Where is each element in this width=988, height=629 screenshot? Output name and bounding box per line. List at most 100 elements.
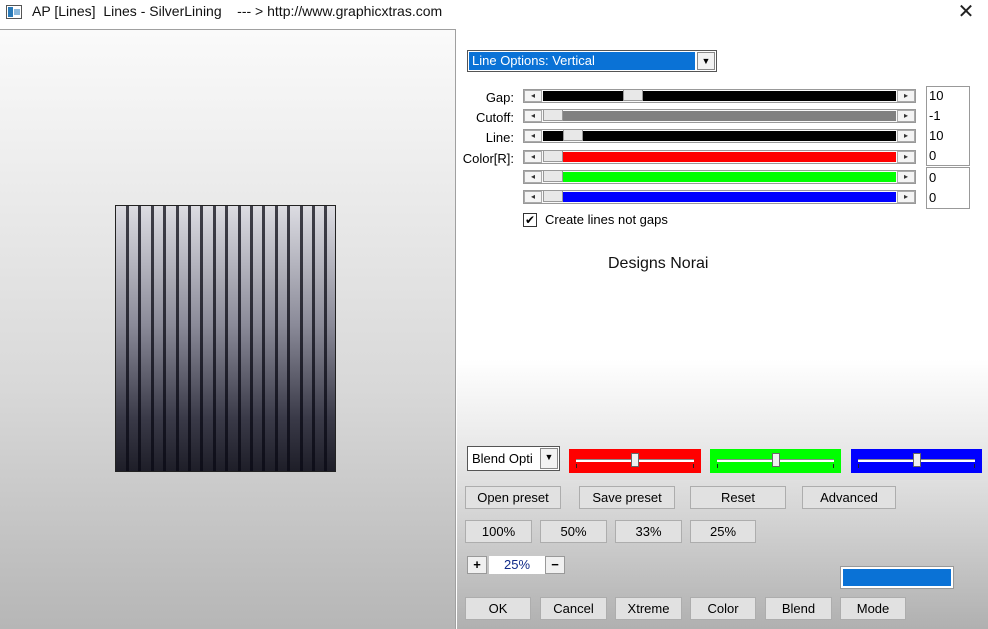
line-slider-track[interactable] (543, 131, 896, 141)
line-slider-thumb[interactable] (562, 129, 583, 141)
color-b-slider-thumb[interactable] (543, 190, 563, 202)
preview-stripe (312, 206, 315, 471)
blend-options-value: Blend Opti (472, 451, 533, 466)
ok-button[interactable]: OK (465, 597, 531, 620)
slider-left-arrow-icon[interactable]: ◂ (524, 110, 542, 122)
mode-button[interactable]: Mode (840, 597, 906, 620)
green-blend-slider-knob[interactable] (771, 453, 780, 467)
gap-slider-thumb[interactable] (622, 89, 643, 101)
app-icon (6, 5, 22, 19)
slider-right-arrow-icon[interactable]: ▸ (897, 191, 915, 203)
create-lines-label: Create lines not gaps (545, 212, 668, 227)
title-bar: AP [Lines] Lines - SilverLining --- > ht… (0, 0, 988, 26)
zoom-50-button[interactable]: 50% (540, 520, 607, 543)
preview-stripe (324, 206, 328, 471)
blend-options-select[interactable]: Blend Opti ▼ (467, 446, 560, 471)
zoom-100-button[interactable]: 100% (465, 520, 532, 543)
xtreme-button[interactable]: Xtreme (615, 597, 682, 620)
preview-stripe (250, 206, 253, 471)
cutoff-slider[interactable]: ◂ ▸ (523, 109, 916, 123)
blue-blend-slider-knob[interactable] (912, 453, 921, 467)
value-box-group: 0 0 (926, 167, 970, 209)
line-options-select[interactable]: Line Options: Vertical ▼ (467, 50, 717, 72)
credit-text: Designs Norai (608, 255, 709, 272)
zoom-out-icon[interactable]: − (545, 556, 565, 574)
line-label: Line: (485, 130, 514, 145)
slider-right-arrow-icon[interactable]: ▸ (897, 90, 915, 102)
gap-slider-track[interactable] (543, 91, 896, 101)
zoom-33-button[interactable]: 33% (615, 520, 682, 543)
preview-stripe (200, 206, 204, 471)
color-preview-bar[interactable] (840, 566, 954, 589)
color-r-slider[interactable]: ◂ ▸ (523, 150, 916, 164)
preview-stripe (225, 206, 229, 471)
slider-right-arrow-icon[interactable]: ▸ (897, 110, 915, 122)
gap-label: Gap: (485, 90, 514, 105)
slider-left-arrow-icon[interactable]: ◂ (524, 191, 542, 203)
preview-pane (0, 29, 456, 629)
create-lines-checkbox[interactable]: ✔ (523, 213, 537, 227)
reset-button[interactable]: Reset (690, 486, 786, 509)
advanced-button[interactable]: Advanced (802, 486, 896, 509)
slider-right-arrow-icon[interactable]: ▸ (897, 151, 915, 163)
line-options-value: Line Options: Vertical (469, 52, 695, 70)
slider-left-arrow-icon[interactable]: ◂ (524, 90, 542, 102)
color-b-slider[interactable]: ◂ ▸ (523, 190, 916, 204)
gap-slider[interactable]: ◂ ▸ (523, 89, 916, 103)
slider-left-arrow-icon[interactable]: ◂ (524, 151, 542, 163)
color-r-label: Color[R]: (462, 151, 514, 166)
window-title: AP [Lines] Lines - SilverLining --- > ht… (32, 3, 443, 19)
blue-blend-slider[interactable] (851, 449, 982, 473)
preview-stripe (175, 206, 179, 471)
slider-right-arrow-icon[interactable]: ▸ (897, 171, 915, 183)
chevron-down-icon[interactable]: ▼ (697, 52, 715, 70)
line-value[interactable]: 10 (929, 128, 943, 144)
color-b-value[interactable]: 0 (929, 190, 936, 206)
green-blend-slider[interactable] (710, 449, 841, 473)
color-g-value[interactable]: 0 (929, 170, 936, 186)
zoom-value[interactable]: 25% (489, 556, 545, 574)
line-slider[interactable]: ◂ ▸ (523, 129, 916, 143)
zoom-25-button[interactable]: 25% (690, 520, 756, 543)
preview-stripe (287, 206, 291, 471)
color-r-slider-track[interactable] (543, 152, 896, 162)
preview-stripe (299, 206, 303, 471)
color-r-value[interactable]: 0 (929, 148, 936, 164)
slider-right-arrow-icon[interactable]: ▸ (897, 130, 915, 142)
cutoff-label: Cutoff: (475, 110, 514, 125)
preview-stripe (262, 206, 266, 471)
preview-stripe (163, 206, 167, 471)
color-b-slider-track[interactable] (543, 192, 896, 202)
gap-value[interactable]: 10 (929, 88, 943, 104)
slider-left-arrow-icon[interactable]: ◂ (524, 171, 542, 183)
checkmark-icon: ✔ (524, 213, 536, 227)
chevron-down-icon[interactable]: ▼ (540, 448, 558, 469)
preview-stripe (188, 206, 191, 471)
value-box-group: 10 -1 10 0 (926, 86, 970, 166)
color-r-slider-thumb[interactable] (543, 150, 563, 162)
preview-stripe (212, 206, 216, 471)
preview-stripe (138, 206, 142, 471)
close-icon[interactable]: ✕ (952, 0, 980, 24)
save-preset-button[interactable]: Save preset (579, 486, 675, 509)
blend-button[interactable]: Blend (765, 597, 832, 620)
color-g-slider[interactable]: ◂ ▸ (523, 170, 916, 184)
preview-stripe (150, 206, 154, 471)
preview-image[interactable] (115, 205, 336, 472)
cutoff-slider-thumb[interactable] (543, 109, 563, 121)
preview-stripe (237, 206, 241, 471)
color-g-slider-track[interactable] (543, 172, 896, 182)
zoom-in-icon[interactable]: + (467, 556, 487, 574)
controls-pane: Line Options: Vertical ▼ Gap: Cutoff: Li… (457, 29, 988, 629)
color-button[interactable]: Color (690, 597, 756, 620)
cutoff-slider-track[interactable] (543, 111, 896, 121)
preview-stripe (274, 206, 278, 471)
slider-left-arrow-icon[interactable]: ◂ (524, 130, 542, 142)
color-g-slider-thumb[interactable] (543, 170, 563, 182)
cancel-button[interactable]: Cancel (540, 597, 607, 620)
open-preset-button[interactable]: Open preset (465, 486, 561, 509)
red-blend-slider-knob[interactable] (631, 453, 639, 467)
preview-stripe (126, 206, 129, 471)
red-blend-slider[interactable] (569, 449, 701, 473)
cutoff-value[interactable]: -1 (929, 108, 941, 124)
